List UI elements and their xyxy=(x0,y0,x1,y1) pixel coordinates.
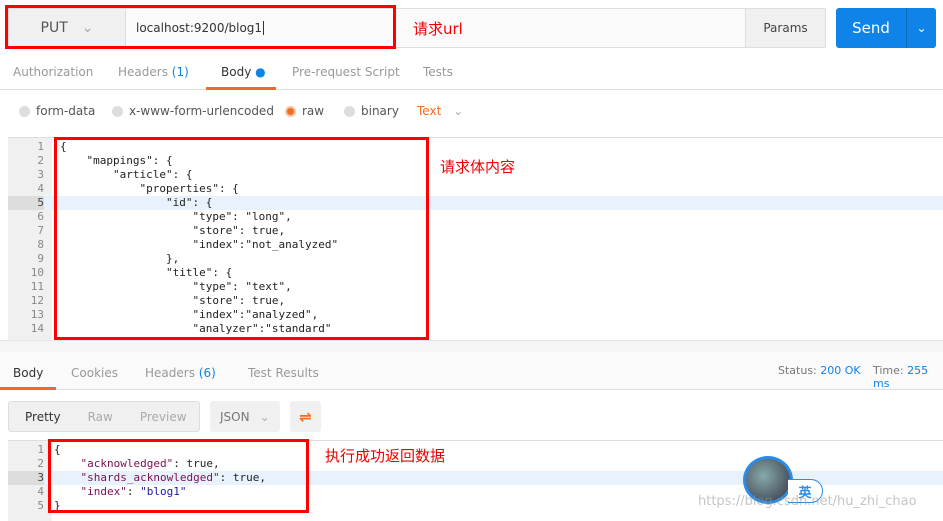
annotation-response: 执行成功返回数据 xyxy=(325,447,446,465)
line-number: 5 xyxy=(8,196,44,210)
tab-tests[interactable]: Tests xyxy=(423,65,453,79)
line-number: 3 xyxy=(8,471,44,485)
params-button[interactable]: Params xyxy=(745,8,826,48)
radio-raw[interactable]: raw xyxy=(285,104,324,118)
line-number: 2 xyxy=(37,457,44,470)
line-number: 13 xyxy=(30,308,44,321)
line-number: 9 xyxy=(37,252,44,265)
radio-label: raw xyxy=(302,104,325,118)
status-readout: Status: 200 OK xyxy=(778,364,861,377)
tab-body[interactable]: Body ● xyxy=(221,65,266,79)
format-label: JSON xyxy=(220,409,250,424)
radio-icon xyxy=(112,105,123,117)
view-preview-button[interactable]: Preview xyxy=(140,410,187,424)
send-dropdown-chevron-icon[interactable]: ⌄ xyxy=(906,8,936,48)
line-number: 12 xyxy=(30,294,44,307)
annotation-box-body xyxy=(54,137,429,340)
format-select[interactable]: JSON ⌄ xyxy=(210,401,280,432)
radio-label: form-data xyxy=(36,104,96,118)
view-pretty-button[interactable]: Pretty xyxy=(25,410,61,424)
tab-headers[interactable]: Headers (1) xyxy=(118,65,189,79)
radio-icon xyxy=(344,105,355,117)
active-tab-indicator xyxy=(206,87,276,90)
line-number: 1 xyxy=(37,443,44,456)
request-tabs: Authorization Headers (1) Body ● Pre-req… xyxy=(0,58,943,90)
line-number: 8 xyxy=(37,238,44,251)
time-readout: Time: 255 ms xyxy=(873,364,943,390)
headers-count: (1) xyxy=(171,65,189,79)
tab-response-body[interactable]: Body xyxy=(13,366,43,380)
status-value: 200 OK xyxy=(820,364,861,377)
annotation-body: 请求体内容 xyxy=(440,158,516,176)
radio-binary[interactable]: binary xyxy=(344,104,399,118)
tab-cookies[interactable]: Cookies xyxy=(71,366,118,380)
chevron-down-icon: ⌄ xyxy=(453,104,464,118)
modified-dot-icon: ● xyxy=(255,65,266,79)
wrap-lines-icon[interactable]: ⇌ xyxy=(290,401,321,432)
tab-body-label: Body xyxy=(221,65,252,79)
line-number: 4 xyxy=(37,182,44,195)
tab-prerequest-script[interactable]: Pre-request Script xyxy=(292,65,400,79)
params-label: Params xyxy=(763,21,808,35)
annotation-box-url xyxy=(5,5,396,49)
body-type-select[interactable]: Text ⌄ xyxy=(417,104,463,118)
radio-selected-icon xyxy=(285,105,296,117)
tab-label: Headers xyxy=(145,366,195,380)
watermark: https://blog.csdn.net/hu_zhi_chao xyxy=(698,494,917,509)
annotation-box-response xyxy=(48,439,309,513)
status-label: Status: xyxy=(778,364,817,377)
chevron-down-icon: ⌄ xyxy=(259,409,270,424)
line-number: 10 xyxy=(30,266,44,279)
line-number: 7 xyxy=(37,224,44,237)
annotation-url: 请求url xyxy=(413,20,463,38)
send-label: Send xyxy=(852,19,890,37)
headers-count: (6) xyxy=(198,366,216,380)
time-label: Time: xyxy=(873,364,904,377)
view-raw-button[interactable]: Raw xyxy=(88,410,113,424)
line-number: 1 xyxy=(37,140,44,153)
line-number: 11 xyxy=(30,280,44,293)
radio-label: binary xyxy=(361,104,399,118)
tab-headers-label: Headers xyxy=(118,65,168,79)
active-tab-indicator xyxy=(0,387,56,390)
line-number: 6 xyxy=(37,210,44,223)
radio-urlencoded[interactable]: x-www-form-urlencoded xyxy=(112,104,274,118)
response-tabs: Body Cookies Headers (6) Test Results St… xyxy=(0,352,943,390)
line-number: 5 xyxy=(37,499,44,512)
pane-splitter[interactable] xyxy=(0,340,943,352)
line-number: 2 xyxy=(37,154,44,167)
send-button[interactable]: Send ⌄ xyxy=(836,8,936,48)
line-number: 14 xyxy=(30,322,44,335)
tab-response-headers[interactable]: Headers (6) xyxy=(145,366,216,380)
body-type-label: Text xyxy=(417,104,442,118)
radio-label: x-www-form-urlencoded xyxy=(129,104,274,118)
radio-form-data[interactable]: form-data xyxy=(19,104,95,118)
tab-authorization[interactable]: Authorization xyxy=(13,65,93,79)
view-mode-group: Pretty Raw Preview xyxy=(8,401,200,432)
tab-test-results[interactable]: Test Results xyxy=(248,366,319,380)
line-number: 3 xyxy=(37,168,44,181)
radio-icon xyxy=(19,105,30,117)
line-number: 4 xyxy=(37,485,44,498)
